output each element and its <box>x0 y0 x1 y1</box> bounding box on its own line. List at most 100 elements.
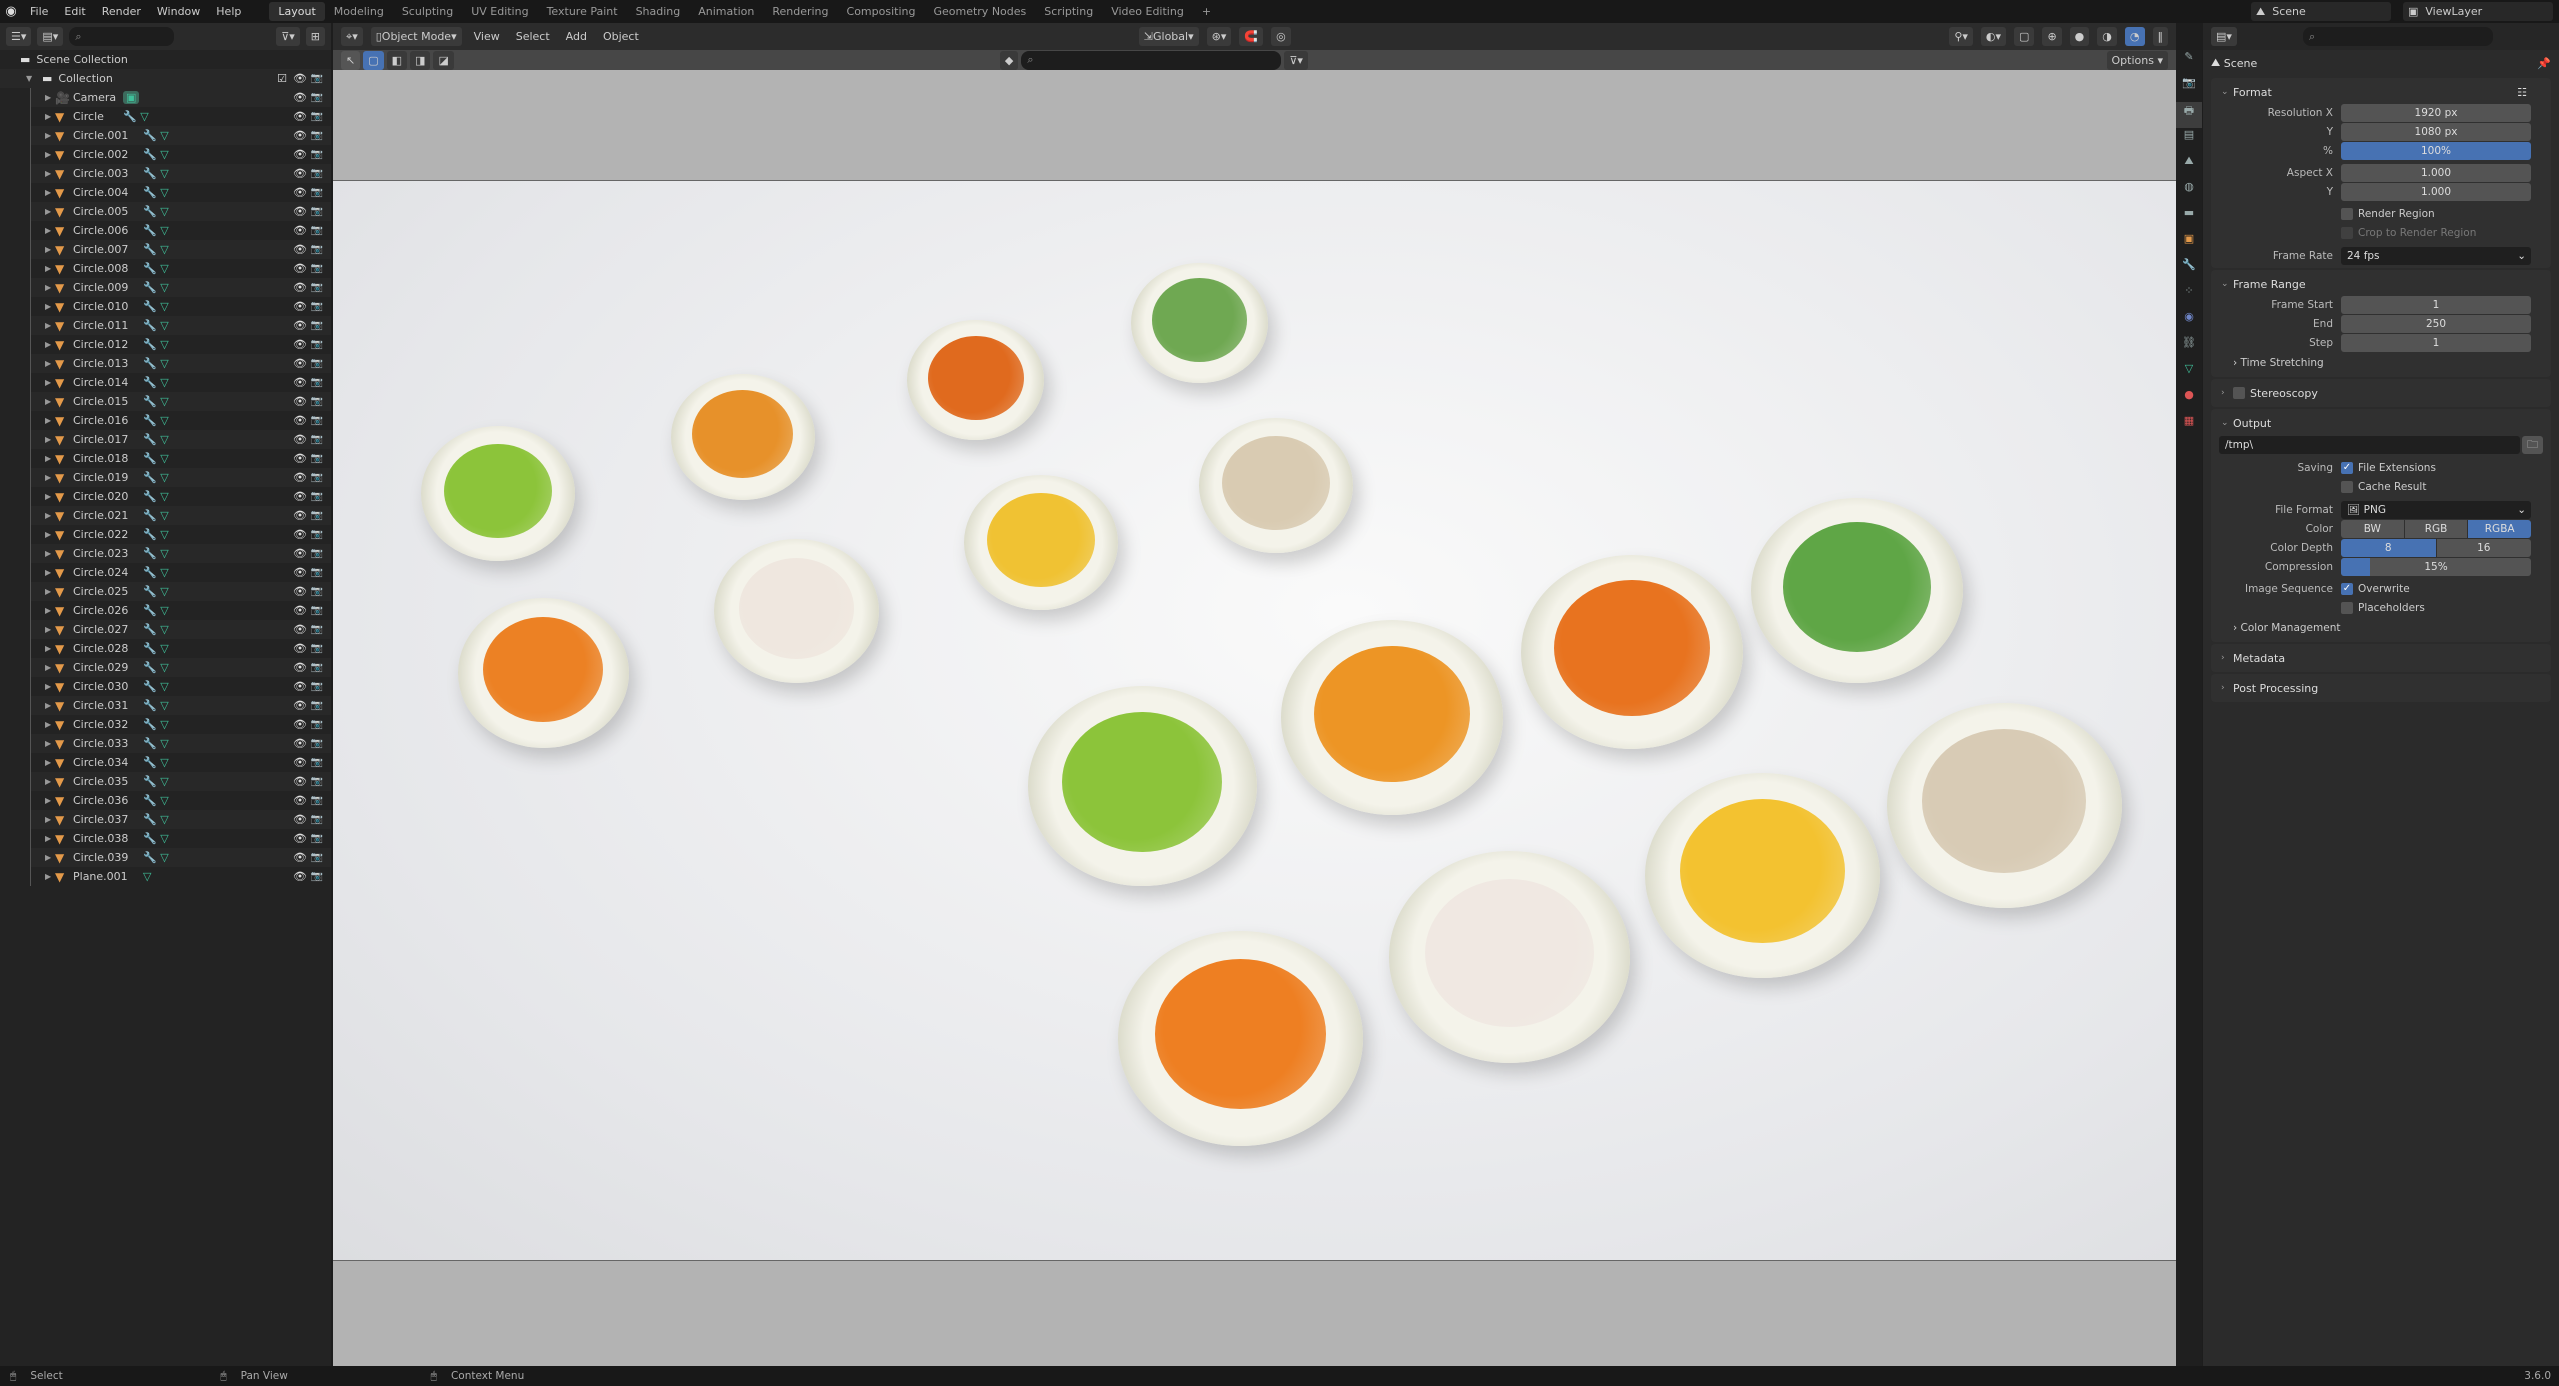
outliner-item[interactable]: ▶ ▼ Circle.026 🔧 ▽ 👁 📷 <box>31 601 331 620</box>
gizmo-button[interactable]: ⚲▾ <box>1949 27 1973 46</box>
outliner-item[interactable]: ▶ ▼ Circle.017 🔧 ▽ 👁 📷 <box>31 430 331 449</box>
outliner-item[interactable]: ▶ ▼ Circle.038 🔧 ▽ 👁 📷 <box>31 829 331 848</box>
mesh-data-icon[interactable]: ▽ <box>160 395 168 408</box>
expand-icon[interactable]: ▶ <box>45 739 55 748</box>
modifier-icon[interactable]: 🔧 <box>143 794 157 807</box>
modifier-icon[interactable]: 🔧 <box>143 718 157 731</box>
render-icon[interactable]: 📷 <box>311 206 323 217</box>
modifier-icon[interactable]: 🔧 <box>143 775 157 788</box>
editor-type-button[interactable]: ⌖▾ <box>341 27 363 46</box>
toggle-sidebar-button[interactable]: ‖ <box>2152 27 2168 46</box>
expand-icon[interactable]: ▶ <box>45 530 55 539</box>
modifier-icon[interactable]: 🔧 <box>143 148 157 161</box>
expand-icon[interactable]: ▼ <box>26 74 36 83</box>
blender-logo-icon[interactable]: ◉ <box>0 4 22 19</box>
render-icon[interactable]: 📷 <box>311 187 323 198</box>
post-processing-panel[interactable]: › Post Processing <box>2211 674 2551 702</box>
select-mode-subtract-icon[interactable]: ◨ <box>410 50 431 70</box>
eye-icon[interactable]: 👁 <box>293 585 307 598</box>
eye-icon[interactable]: 👁 <box>293 604 307 617</box>
stereoscopy-panel[interactable]: › Stereoscopy <box>2211 379 2551 407</box>
render-icon[interactable]: 📷 <box>311 453 323 464</box>
soup-bowl-tomato[interactable] <box>1521 555 1743 750</box>
workspace-tab-animation[interactable]: Animation <box>689 2 763 21</box>
eye-icon[interactable]: 👁 <box>293 547 307 560</box>
mesh-data-icon[interactable]: ▽ <box>160 604 168 617</box>
expand-icon[interactable]: ▶ <box>45 321 55 330</box>
menu-select[interactable]: Select <box>512 30 554 43</box>
mesh-data-icon[interactable]: ▽ <box>160 205 168 218</box>
render-icon[interactable]: 📷 <box>311 510 323 521</box>
time-stretching-subpanel[interactable]: › Time Stretching <box>2211 352 2551 374</box>
modifier-icon[interactable]: 🔧 <box>143 129 157 142</box>
exclude-checkbox[interactable]: ☑ <box>277 72 287 85</box>
render-icon[interactable]: 📷 <box>311 225 323 236</box>
mesh-data-icon[interactable]: ▽ <box>160 357 168 370</box>
filter-icon[interactable]: ◆ <box>999 50 1019 70</box>
eye-icon[interactable]: 👁 <box>293 718 307 731</box>
expand-icon[interactable]: ▶ <box>45 359 55 368</box>
render-icon[interactable]: 📷 <box>311 472 323 483</box>
mesh-data-icon[interactable]: ▽ <box>160 718 168 731</box>
render-icon[interactable]: 📷 <box>311 130 323 141</box>
render-icon[interactable]: 📷 <box>311 662 323 673</box>
outliner-item[interactable]: ▶ ▼ Circle.027 🔧 ▽ 👁 📷 <box>31 620 331 639</box>
eye-icon[interactable]: 👁 <box>293 775 307 788</box>
options-button[interactable]: Options ▾ <box>2106 50 2168 70</box>
outliner-item[interactable]: ▶ ▼ Circle.001 🔧 ▽ 👁 📷 <box>31 126 331 145</box>
expand-icon[interactable]: ▶ <box>45 150 55 159</box>
frame-end-field[interactable]: 250 <box>2341 314 2531 333</box>
soup-bowl-orange[interactable] <box>670 373 815 500</box>
render-icon[interactable]: 📷 <box>311 358 323 369</box>
expand-icon[interactable]: ▶ <box>45 454 55 463</box>
mesh-data-icon[interactable]: ▽ <box>160 661 168 674</box>
mesh-data-icon[interactable]: ▽ <box>160 794 168 807</box>
expand-icon[interactable]: ▶ <box>45 397 55 406</box>
expand-icon[interactable]: ▶ <box>45 625 55 634</box>
mesh-data-icon[interactable]: ▽ <box>143 870 151 883</box>
resolution-y-field[interactable]: 1080 px <box>2341 122 2531 141</box>
expand-icon[interactable]: ▶ <box>45 758 55 767</box>
view-layer-tab-icon[interactable]: ▤ <box>2176 128 2202 154</box>
render-icon[interactable]: 📷 <box>311 871 323 882</box>
outliner-item[interactable]: ▶ ▼ Circle.005 🔧 ▽ 👁 📷 <box>31 202 331 221</box>
render-icon[interactable]: 📷 <box>311 548 323 559</box>
menu-help[interactable]: Help <box>208 5 249 18</box>
workspace-tab-geometry-nodes[interactable]: Geometry Nodes <box>924 2 1035 21</box>
mesh-data-icon[interactable]: ▽ <box>160 490 168 503</box>
modifier-icon[interactable]: 🔧 <box>143 281 157 294</box>
modifier-icon[interactable]: 🔧 <box>143 813 157 826</box>
mesh-data-icon[interactable]: ▽ <box>160 680 168 693</box>
eye-icon[interactable]: 👁 <box>293 186 307 199</box>
outliner-item[interactable]: ▶ ▼ Circle.034 🔧 ▽ 👁 📷 <box>31 753 331 772</box>
outliner-item[interactable]: ▶ ▼ Circle.021 🔧 ▽ 👁 📷 <box>31 506 331 525</box>
aspect-x-field[interactable]: 1.000 <box>2341 163 2531 182</box>
shading-material-button[interactable]: ◑ <box>2097 27 2117 46</box>
menu-render[interactable]: Render <box>94 5 149 18</box>
expand-icon[interactable]: ▶ <box>45 435 55 444</box>
mesh-data-icon[interactable]: ▽ <box>160 756 168 769</box>
workspace-tab-rendering[interactable]: Rendering <box>763 2 837 21</box>
color-rgb-option[interactable]: RGB <box>2404 519 2468 538</box>
object-tab-icon[interactable]: ▣ <box>2176 232 2202 258</box>
mesh-data-icon[interactable]: ▽ <box>160 623 168 636</box>
expand-icon[interactable]: ▶ <box>45 644 55 653</box>
eye-icon[interactable]: 👁 <box>293 471 307 484</box>
outliner-item[interactable]: ▶ ▼ Circle.016 🔧 ▽ 👁 📷 <box>31 411 331 430</box>
mesh-data-icon[interactable]: ▽ <box>160 376 168 389</box>
expand-icon[interactable]: ▶ <box>45 131 55 140</box>
menu-file[interactable]: File <box>22 5 56 18</box>
cache-result-checkbox[interactable]: Cache Result <box>2341 480 2426 493</box>
mesh-data-icon[interactable]: ▽ <box>160 509 168 522</box>
viewport-search-input[interactable]: ⌕ <box>1021 50 1282 70</box>
mesh-data-icon[interactable]: ▽ <box>160 585 168 598</box>
expand-icon[interactable]: ▶ <box>45 283 55 292</box>
mesh-data-icon[interactable]: ▽ <box>160 547 168 560</box>
editor-type-button[interactable]: ▤▾ <box>2211 27 2237 46</box>
overwrite-checkbox[interactable]: ✓ Overwrite <box>2341 582 2410 595</box>
expand-icon[interactable]: ▶ <box>45 264 55 273</box>
eye-icon[interactable]: 👁 <box>293 813 307 826</box>
render-icon[interactable]: 📷 <box>311 681 323 692</box>
modifier-icon[interactable]: 🔧 <box>143 547 157 560</box>
render-icon[interactable]: 📷 <box>311 700 323 711</box>
